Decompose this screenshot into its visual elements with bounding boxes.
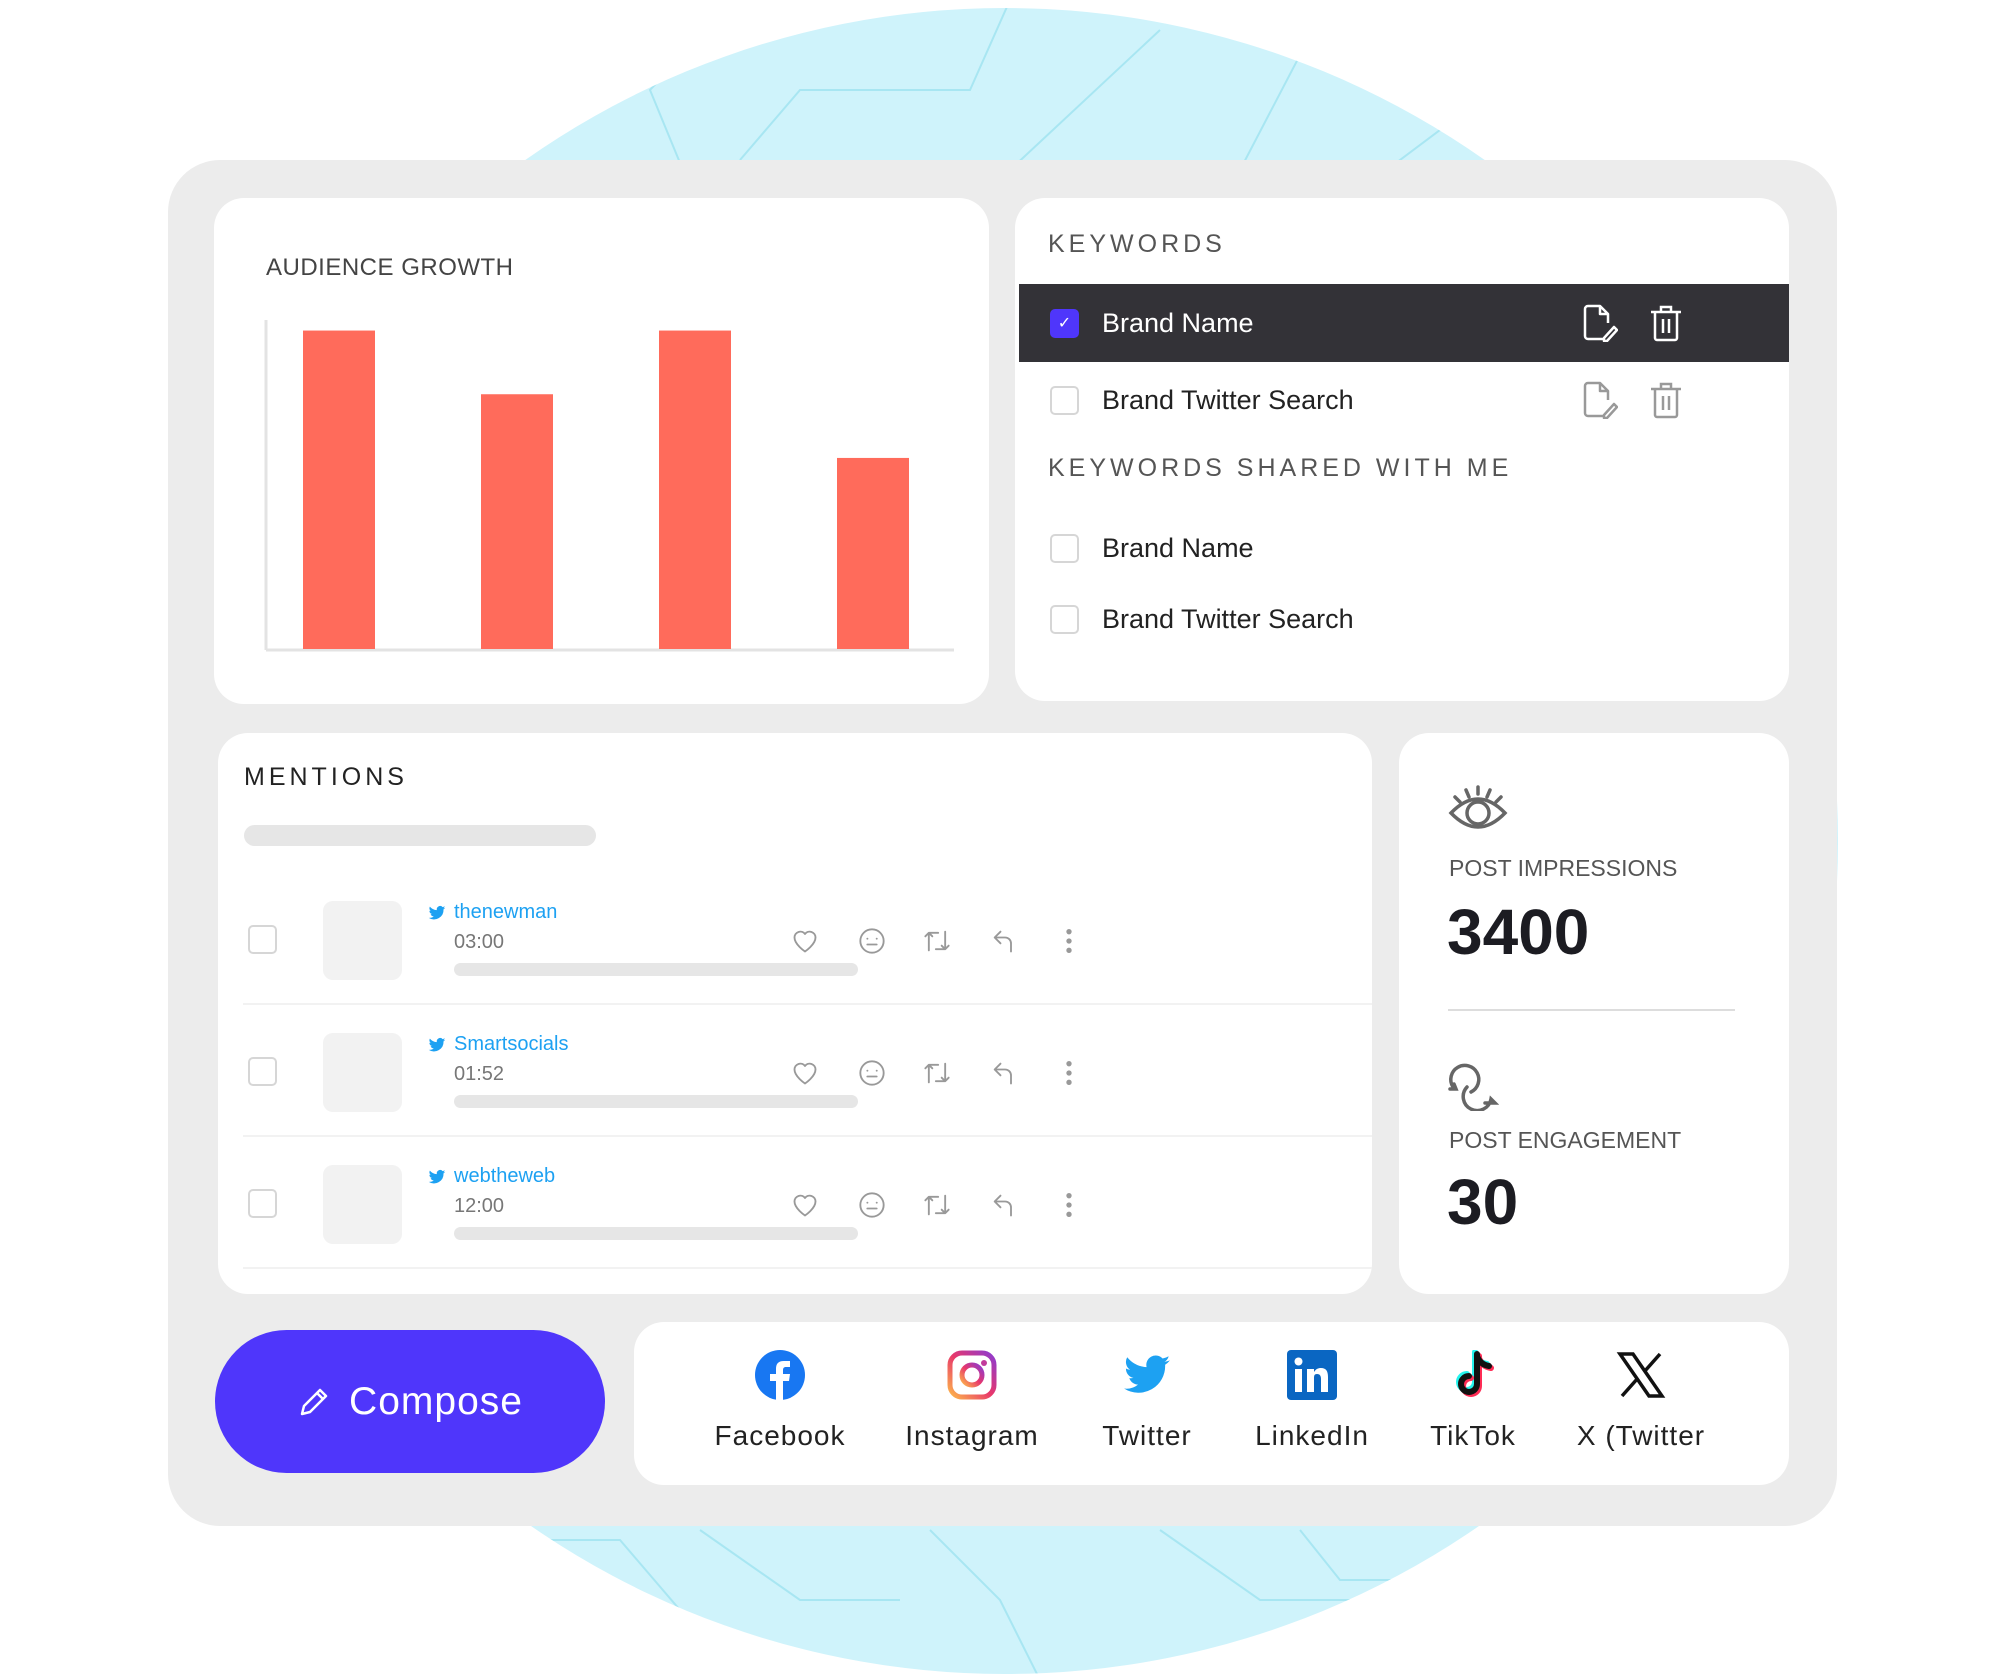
network-tiktok[interactable]: TikTok <box>1388 1322 1558 1485</box>
heart-icon[interactable] <box>791 927 819 955</box>
reply-icon[interactable] <box>990 1059 1018 1087</box>
twitter-icon <box>428 1169 446 1184</box>
mention-username[interactable]: webtheweb <box>454 1165 555 1188</box>
network-label: Instagram <box>905 1420 1039 1451</box>
filter-placeholder <box>244 825 596 846</box>
keyword-checkbox[interactable] <box>1050 385 1079 415</box>
keyword-label: Brand Twitter Search <box>1102 384 1354 415</box>
mention-checkbox[interactable] <box>248 1057 277 1086</box>
engagement-icon <box>1448 1063 1499 1111</box>
mention-row[interactable]: Smartsocials 01:52 <box>243 1005 1372 1137</box>
mention-checkbox[interactable] <box>248 925 277 954</box>
edit-icon[interactable] <box>1582 381 1618 419</box>
mention-row[interactable]: webtheweb 12:00 <box>243 1137 1372 1269</box>
keyword-checkbox[interactable] <box>1050 604 1079 634</box>
avatar-placeholder <box>323 1165 402 1244</box>
edit-icon[interactable] <box>1582 304 1618 342</box>
trash-icon[interactable] <box>1649 381 1683 419</box>
content-placeholder <box>454 963 858 976</box>
mention-checkbox[interactable] <box>248 1189 277 1218</box>
keyword-checkbox[interactable] <box>1050 533 1079 563</box>
engagement-label: POST ENGAGEMENT <box>1449 1127 1682 1153</box>
emoji-icon[interactable] <box>858 1059 886 1087</box>
stats-card: POST IMPRESSIONS 3400 POST ENGAGEMENT 30 <box>1399 733 1789 1294</box>
mention-time: 03:00 <box>454 931 505 953</box>
more-icon[interactable] <box>1055 1059 1083 1087</box>
more-icon[interactable] <box>1055 927 1083 955</box>
keywords-title: KEYWORDS <box>1048 230 1226 258</box>
engagement-value: 30 <box>1447 1166 1519 1238</box>
heart-icon[interactable] <box>791 1059 819 1087</box>
x-icon <box>1616 1352 1666 1398</box>
keyword-label: Brand Name <box>1102 532 1254 563</box>
emoji-icon[interactable] <box>858 927 886 955</box>
bar <box>837 457 909 649</box>
content-placeholder <box>454 1095 858 1108</box>
tiktok-icon <box>1456 1350 1494 1397</box>
network-label: Twitter <box>1102 1420 1192 1451</box>
mention-time: 01:52 <box>454 1063 505 1085</box>
mention-username[interactable]: Smartsocials <box>454 1033 568 1056</box>
linkedin-icon <box>1287 1350 1337 1400</box>
impressions-label: POST IMPRESSIONS <box>1449 855 1678 881</box>
content-placeholder <box>454 1227 858 1240</box>
keyword-label: Brand Name <box>1102 307 1254 338</box>
divider <box>1448 1009 1735 1011</box>
network-facebook[interactable]: Facebook <box>695 1322 865 1485</box>
reply-icon[interactable] <box>990 1191 1018 1219</box>
twitter-icon <box>428 1037 446 1052</box>
mention-username[interactable]: thenewman <box>454 901 557 924</box>
mention-time: 12:00 <box>454 1195 505 1217</box>
pencil-icon <box>300 1388 328 1415</box>
avatar-placeholder <box>323 1033 402 1112</box>
bar-chart <box>264 320 954 652</box>
shared-keywords-title: KEYWORDS SHARED WITH ME <box>1048 454 1513 482</box>
twitter-icon <box>428 905 446 920</box>
eye-icon <box>1448 785 1508 829</box>
instagram-icon <box>947 1350 997 1400</box>
shared-keyword-row[interactable]: Brand Twitter Search <box>1019 580 1789 658</box>
networks-card: Facebook Instagram Twitter LinkedIn TikT… <box>634 1322 1789 1485</box>
shared-keyword-row[interactable]: Brand Name <box>1019 509 1789 587</box>
keyword-row-brand-name[interactable]: ✓ Brand Name <box>1019 284 1789 362</box>
keyword-row-brand-twitter-search[interactable]: Brand Twitter Search <box>1019 361 1789 439</box>
bar <box>481 394 553 649</box>
reply-icon[interactable] <box>990 927 1018 955</box>
mentions-card: MENTIONS thenewman 03:00 Smartsocials 01… <box>218 733 1372 1294</box>
network-label: X (Twitter <box>1576 1420 1706 1451</box>
compose-label: Compose <box>349 1379 523 1423</box>
keywords-card: KEYWORDS ✓ Brand Name Brand Twitter Sear… <box>1015 198 1789 701</box>
compose-button[interactable]: Compose <box>215 1330 605 1473</box>
audience-growth-card: AUDIENCE GROWTH <box>214 198 989 704</box>
heart-icon[interactable] <box>791 1191 819 1219</box>
mentions-title: MENTIONS <box>244 763 408 791</box>
trash-icon[interactable] <box>1649 304 1683 342</box>
impressions-value: 3400 <box>1447 896 1590 968</box>
bar <box>659 330 731 649</box>
network-linkedin[interactable]: LinkedIn <box>1227 1322 1397 1485</box>
network-label: TikTok <box>1430 1420 1516 1451</box>
mention-row[interactable]: thenewman 03:00 <box>243 873 1372 1005</box>
retweet-icon[interactable] <box>923 1191 951 1219</box>
keyword-checkbox[interactable]: ✓ <box>1050 308 1079 338</box>
avatar-placeholder <box>323 901 402 980</box>
network-instagram[interactable]: Instagram <box>887 1322 1057 1485</box>
network-twitter[interactable]: Twitter <box>1062 1322 1232 1485</box>
retweet-icon[interactable] <box>923 1059 951 1087</box>
network-x[interactable]: X (Twitter <box>1556 1322 1726 1485</box>
twitter-icon <box>1124 1355 1170 1393</box>
more-icon[interactable] <box>1055 1191 1083 1219</box>
bar <box>303 330 375 649</box>
retweet-icon[interactable] <box>923 927 951 955</box>
facebook-icon <box>755 1350 805 1400</box>
keyword-label: Brand Twitter Search <box>1102 603 1354 634</box>
network-label: LinkedIn <box>1255 1420 1369 1451</box>
network-label: Facebook <box>714 1420 846 1451</box>
emoji-icon[interactable] <box>858 1191 886 1219</box>
